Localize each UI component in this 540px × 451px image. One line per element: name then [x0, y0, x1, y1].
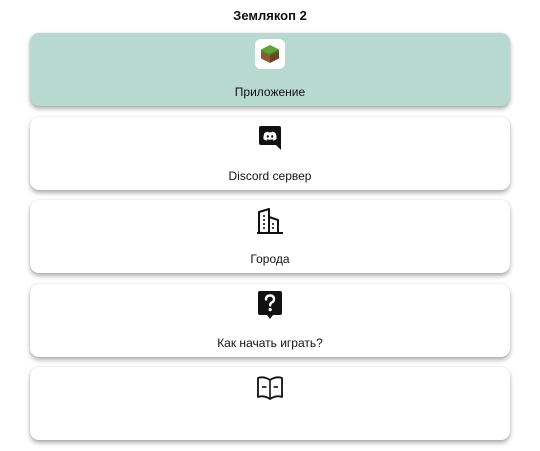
page-title: Землякоп 2 — [233, 8, 307, 23]
menu-item-discord[interactable]: Discord сервер — [30, 116, 510, 190]
menu-item-how-to-play[interactable]: Как начать играть? — [30, 283, 510, 357]
menu-item-label: Discord сервер — [228, 168, 312, 183]
menu-item-label: Приложение — [234, 85, 306, 99]
discord-icon — [255, 123, 285, 153]
menu-item-guide[interactable] — [30, 367, 510, 440]
menu-list: Приложение Discord сервер Города Как нач… — [30, 33, 510, 451]
question-bubble-icon — [255, 290, 285, 320]
menu-item-app[interactable]: Приложение — [30, 33, 510, 106]
menu-item-label: Города — [250, 252, 290, 266]
menu-item-label: Как начать играть? — [217, 335, 323, 350]
buildings-icon — [255, 206, 285, 236]
grass-block-app-icon — [255, 39, 285, 69]
open-book-icon — [255, 373, 285, 403]
menu-item-cities[interactable]: Города — [30, 200, 510, 273]
